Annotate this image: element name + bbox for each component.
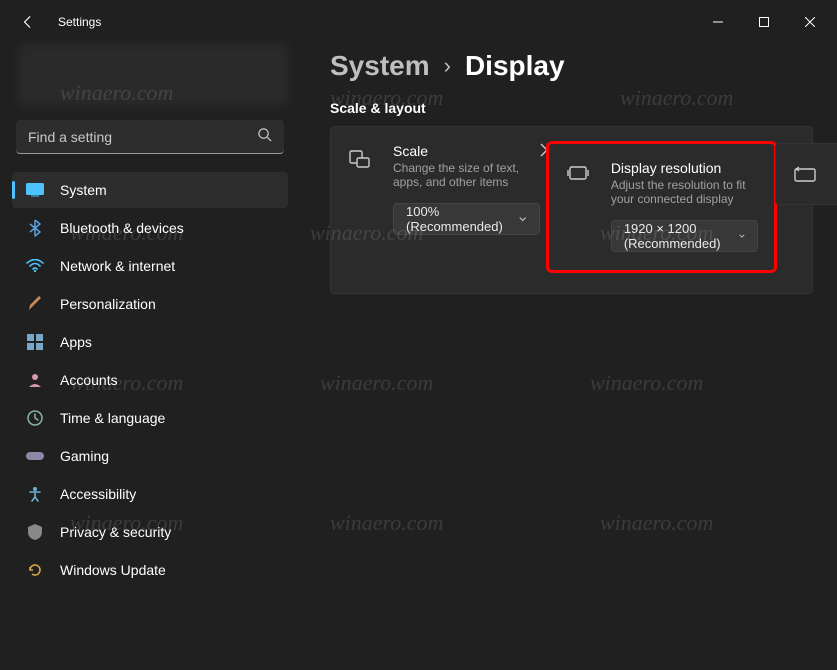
nav-personalization[interactable]: Personalization: [12, 286, 288, 322]
accessibility-icon: [24, 483, 46, 505]
brush-icon: [24, 293, 46, 315]
page-title: Display: [465, 50, 565, 82]
account-block[interactable]: [18, 44, 288, 106]
card-resolution[interactable]: Display resolution Adjust the resolution…: [548, 143, 775, 271]
chevron-right-icon: [540, 143, 548, 162]
nav-update[interactable]: Windows Update: [12, 552, 288, 588]
nav-network[interactable]: Network & internet: [12, 248, 288, 284]
window-title: Settings: [58, 15, 101, 29]
nav-gaming[interactable]: Gaming: [12, 438, 288, 474]
nav-item-label: Accounts: [60, 372, 118, 388]
select-value: 1920 × 1200 (Recommended): [624, 221, 725, 251]
search-input[interactable]: [28, 129, 257, 145]
close-button[interactable]: [787, 6, 833, 38]
clock-icon: [24, 407, 46, 429]
bluetooth-icon: [24, 217, 46, 239]
resolution-select[interactable]: 1920 × 1200 (Recommended): [611, 220, 758, 252]
nav-item-label: Apps: [60, 334, 92, 350]
shield-icon: [24, 521, 46, 543]
search-icon: [257, 127, 272, 147]
nav-apps[interactable]: Apps: [12, 324, 288, 360]
nav-bluetooth[interactable]: Bluetooth & devices: [12, 210, 288, 246]
accounts-icon: [24, 369, 46, 391]
chevron-right-icon: ›: [444, 53, 451, 79]
nav-item-label: Privacy & security: [60, 524, 171, 540]
update-icon: [24, 559, 46, 581]
nav-privacy[interactable]: Privacy & security: [12, 514, 288, 550]
chevron-down-icon: [739, 233, 745, 239]
breadcrumb: System › Display: [330, 50, 813, 82]
nav-list: System Bluetooth & devices Network & int…: [12, 172, 288, 588]
scale-icon: [347, 145, 373, 171]
orientation-icon: [792, 162, 818, 188]
select-value: 100% (Recommended): [406, 204, 505, 234]
search-box[interactable]: [16, 120, 284, 154]
nav-item-label: Accessibility: [60, 486, 136, 502]
scale-select[interactable]: 100% (Recommended): [393, 203, 540, 235]
card-scale[interactable]: Scale Change the size of text, apps, and…: [330, 126, 813, 294]
nav-accounts[interactable]: Accounts: [12, 362, 288, 398]
nav-accessibility[interactable]: Accessibility: [12, 476, 288, 512]
nav-item-label: Bluetooth & devices: [60, 220, 184, 236]
nav-item-label: Gaming: [60, 448, 109, 464]
system-icon: [24, 179, 46, 201]
card-title: Display resolution: [611, 160, 758, 176]
maximize-button[interactable]: [741, 6, 787, 38]
card-subtitle: Change the size of text, apps, and other…: [393, 161, 540, 189]
nav-item-label: System: [60, 182, 107, 198]
nav-system[interactable]: System: [12, 172, 288, 208]
wifi-icon: [24, 255, 46, 277]
sidebar: System Bluetooth & devices Network & int…: [0, 44, 300, 670]
nav-item-label: Windows Update: [60, 562, 166, 578]
nav-item-label: Network & internet: [60, 258, 175, 274]
minimize-button[interactable]: [695, 6, 741, 38]
gaming-icon: [24, 445, 46, 467]
section-scale-layout: Scale & layout: [330, 100, 813, 116]
breadcrumb-root[interactable]: System: [330, 50, 430, 82]
back-button[interactable]: [18, 12, 38, 32]
card-subtitle: Adjust the resolution to fit your connec…: [611, 178, 758, 206]
apps-icon: [24, 331, 46, 353]
main-content: System › Display Scale & layout Scale Ch…: [300, 44, 837, 670]
card-title: Scale: [393, 143, 540, 159]
nav-item-label: Time & language: [60, 410, 165, 426]
nav-time[interactable]: Time & language: [12, 400, 288, 436]
nav-item-label: Personalization: [60, 296, 156, 312]
chevron-down-icon: [519, 216, 526, 222]
resolution-icon: [565, 162, 591, 188]
titlebar: Settings: [0, 0, 837, 44]
card-orientation[interactable]: Display orientation Landscape: [775, 143, 837, 205]
